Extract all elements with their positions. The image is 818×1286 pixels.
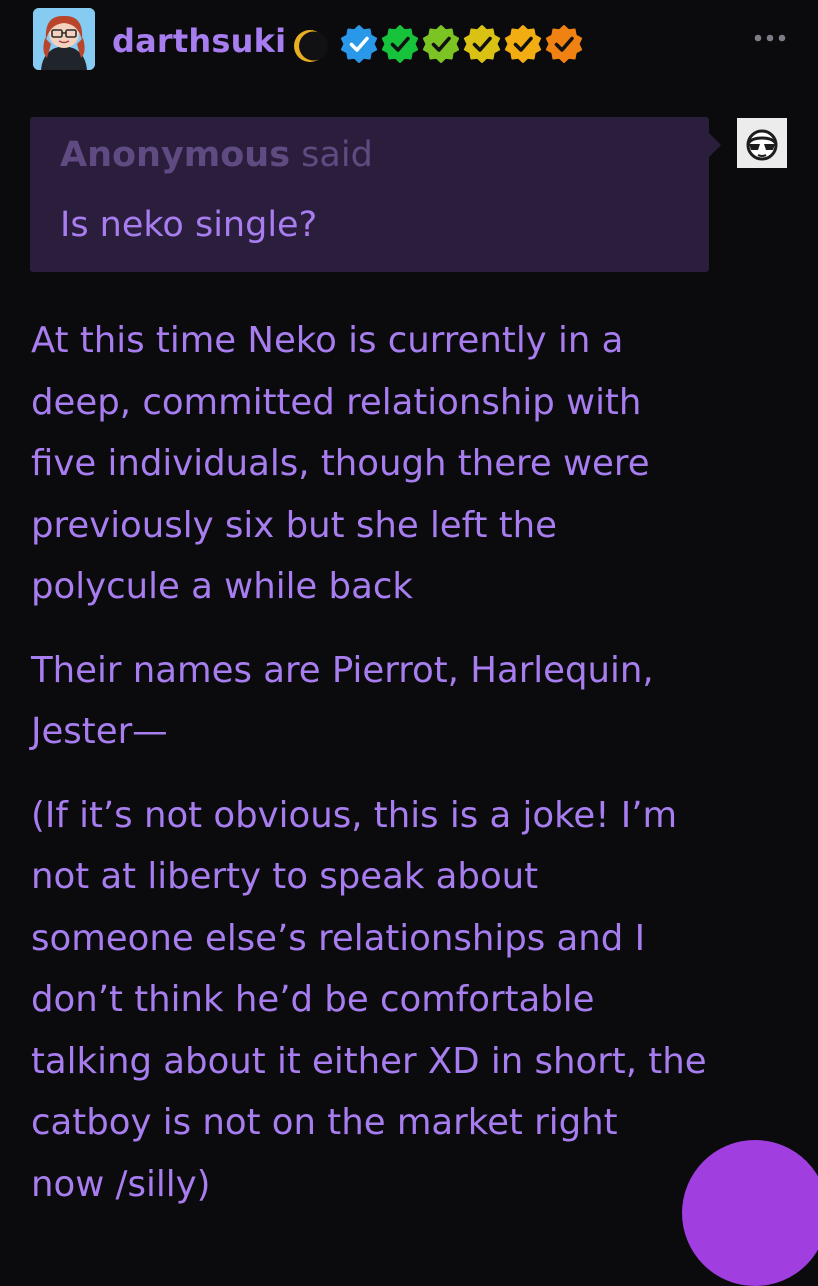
asker-line: Anonymous said — [60, 135, 373, 175]
answer-line: Their names are Pierrot, Harlequin, — [31, 649, 654, 691]
answer-line: (If it’s not obvious, this is a joke! I’… — [31, 794, 678, 836]
asker-name[interactable]: Anonymous — [60, 135, 290, 175]
question-text: Is neko single? — [60, 205, 318, 245]
verified-badge-icon[interactable] — [381, 24, 419, 64]
verified-badge-icon[interactable] — [340, 24, 378, 64]
answer-line: catboy is not on the market right — [31, 1102, 618, 1143]
answer-line: not at liberty to speak about — [31, 856, 539, 897]
answer-line: At this time Neko is currently in a — [31, 320, 624, 361]
answer-line: don’t think he’d be comfortable — [31, 979, 595, 1020]
answer-line: talking about it either XD in short, the — [31, 1040, 707, 1082]
badge-list — [340, 24, 583, 64]
compose-button-icon[interactable] — [682, 1140, 818, 1286]
verified-badge-icon[interactable] — [422, 24, 460, 64]
answer-line: polycule a while back — [31, 566, 413, 607]
user-avatar[interactable] — [33, 8, 95, 70]
avatar-illustration — [33, 8, 95, 70]
answer-line: now /silly) — [31, 1163, 211, 1205]
post-header: darthsuki — [0, 0, 818, 90]
ask-pointer — [709, 133, 721, 157]
answer-paragraph: Their names are Pierrot, Harlequin, Jest… — [31, 640, 791, 763]
verified-badge-icon[interactable] — [504, 24, 542, 64]
asker-said-label: said — [290, 135, 373, 175]
crescent-moon-icon — [291, 28, 331, 64]
sunglasses-anon-icon — [737, 118, 787, 168]
answer-line: someone else’s relationships and I — [31, 917, 646, 959]
answer-paragraph: At this time Neko is currently in a deep… — [31, 310, 791, 618]
verified-badge-icon[interactable] — [463, 24, 501, 64]
answer-paragraph: (If it’s not obvious, this is a joke! I’… — [31, 785, 791, 1216]
answer-line: deep, committed relationship with — [31, 381, 642, 423]
more-options-icon[interactable] — [745, 24, 795, 52]
answer-body: At this time Neko is currently in a deep… — [31, 310, 791, 1237]
answer-line: five individuals, though there were — [31, 443, 650, 484]
ask-box: Anonymous said Is neko single? — [30, 117, 709, 272]
username-link[interactable]: darthsuki — [112, 22, 286, 60]
answer-line: Jester— — [31, 711, 168, 752]
answer-line: previously six but she left the — [31, 504, 557, 546]
verified-badge-icon[interactable] — [545, 24, 583, 64]
